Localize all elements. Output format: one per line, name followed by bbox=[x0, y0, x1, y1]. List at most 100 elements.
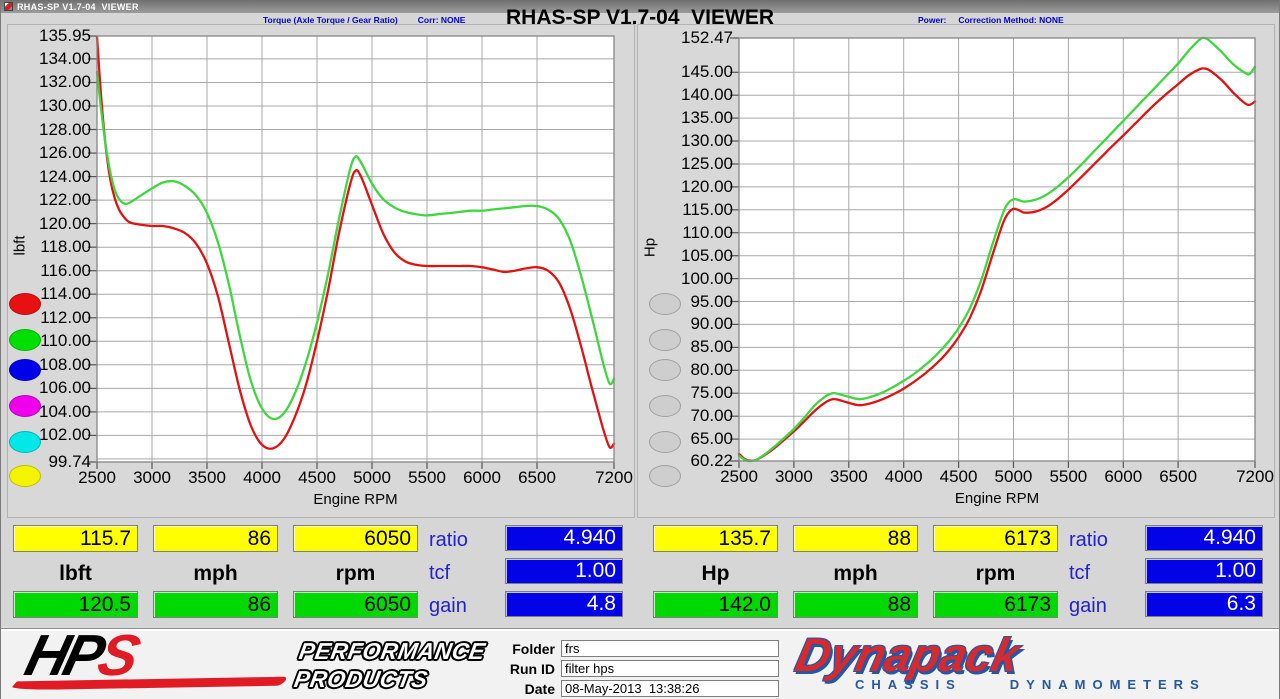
x-tick-label: 6500 bbox=[1147, 468, 1209, 486]
legend-dot-cyan[interactable] bbox=[9, 431, 41, 453]
speed-unit-label: mph bbox=[793, 562, 918, 586]
power-header-label: Power: bbox=[918, 15, 946, 25]
gain-label: gain bbox=[429, 595, 495, 618]
legend-dot-inactive-4[interactable] bbox=[649, 395, 681, 417]
y-tick-label: 120.00 bbox=[17, 215, 91, 233]
x-tick-label: 5000 bbox=[341, 469, 403, 487]
tcf-value: 1.00 bbox=[1145, 558, 1263, 584]
x-tick-label: 6000 bbox=[451, 469, 513, 487]
y-tick-label: 128.00 bbox=[17, 121, 91, 139]
folder-label: Folder bbox=[499, 641, 561, 657]
torque-correction-label: Corr: NONE bbox=[418, 15, 466, 25]
x-tick-label: 3500 bbox=[176, 469, 238, 487]
y-tick-label: 140.00 bbox=[659, 86, 733, 104]
hps-tagline: PERFORMANCE PRODUCTS bbox=[292, 637, 488, 693]
ratio-label: ratio bbox=[429, 529, 495, 552]
legend-dot-magenta[interactable] bbox=[9, 395, 41, 417]
power-chart-header: Power: Correction Method: NONE bbox=[918, 15, 1064, 25]
hps-wordmark: HPS bbox=[19, 625, 142, 687]
y-tick-label: 145.00 bbox=[659, 63, 733, 81]
power-unit-label: Hp bbox=[653, 562, 778, 586]
x-tick-label: 4500 bbox=[286, 469, 348, 487]
torque-x-axis-label: Engine RPM bbox=[97, 491, 614, 508]
x-tick-label: 4000 bbox=[231, 469, 293, 487]
legend-dot-inactive-5[interactable] bbox=[649, 431, 681, 453]
dynapack-chassis-text: CHASSIS bbox=[855, 677, 962, 692]
y-tick-label: 134.00 bbox=[17, 50, 91, 68]
run-id-field[interactable] bbox=[561, 660, 779, 677]
dynapack-dynamometers-text: DYNAMOMETERS bbox=[1010, 677, 1206, 692]
run-info-fields: Folder Run ID Date bbox=[499, 639, 799, 699]
legend-dot-inactive-6[interactable] bbox=[649, 465, 681, 487]
power-readout-group: 135.7 88 6173 Hp mph rpm 142.0 88 6173 r… bbox=[641, 520, 1280, 625]
tcf-label: tcf bbox=[1069, 562, 1135, 585]
hps-tagline-line1: PERFORMANCE bbox=[297, 637, 488, 665]
torque-chart-panel: lbft Engine RPM 135.95134.00132.00130.00… bbox=[7, 24, 635, 518]
folder-field[interactable] bbox=[561, 640, 779, 657]
cursor-rpm-value: 6050 bbox=[293, 525, 418, 552]
legend-dot-blue[interactable] bbox=[9, 359, 41, 381]
dynapack-logo: Dynapack CHASSIS DYNAMOMETERS bbox=[797, 629, 1267, 697]
hps-logo: HPS PERFORMANCE PRODUCTS bbox=[9, 631, 489, 697]
rpm-unit-label: rpm bbox=[933, 562, 1058, 586]
hps-tagline-line2: PRODUCTS bbox=[292, 665, 483, 693]
x-tick-label: 3000 bbox=[121, 469, 183, 487]
legend-dot-red[interactable] bbox=[9, 293, 41, 315]
x-tick-label: 3500 bbox=[818, 468, 880, 486]
x-tick-label: 7200 bbox=[1224, 468, 1280, 486]
y-tick-label: 135.95 bbox=[17, 27, 91, 45]
x-tick-label: 6500 bbox=[506, 469, 568, 487]
cursor-torque-value: 115.7 bbox=[13, 525, 138, 552]
power-x-axis-label: Engine RPM bbox=[739, 490, 1255, 507]
gain-value: 4.8 bbox=[505, 591, 623, 617]
legend-dot-green[interactable] bbox=[9, 329, 41, 351]
y-tick-label: 115.00 bbox=[659, 201, 733, 219]
legend-dot-yellow[interactable] bbox=[9, 465, 41, 487]
compare-rpm-value: 6050 bbox=[293, 591, 418, 618]
power-plot[interactable] bbox=[739, 38, 1255, 461]
tcf-value: 1.00 bbox=[505, 558, 623, 584]
rpm-unit-label: rpm bbox=[293, 562, 418, 586]
x-tick-label: 5500 bbox=[1037, 468, 1099, 486]
x-tick-label: 5000 bbox=[982, 468, 1044, 486]
y-tick-label: 118.00 bbox=[17, 238, 91, 256]
torque-plot[interactable] bbox=[97, 36, 614, 462]
y-tick-label: 132.00 bbox=[17, 73, 91, 91]
footer: HPS PERFORMANCE PRODUCTS Folder Run ID D… bbox=[1, 628, 1279, 699]
torque-readout-group: 115.7 86 6050 lbft mph rpm 120.5 86 6050… bbox=[1, 520, 641, 625]
legend-dot-inactive-3[interactable] bbox=[649, 359, 681, 381]
compare-power-value: 142.0 bbox=[653, 591, 778, 618]
y-tick-label: 122.00 bbox=[17, 191, 91, 209]
speed-unit-label: mph bbox=[153, 562, 278, 586]
power-y-axis-label: Hp bbox=[642, 218, 659, 278]
legend-dot-inactive-1[interactable] bbox=[649, 293, 681, 315]
power-correction-label: Correction Method: NONE bbox=[958, 15, 1063, 25]
run-id-label: Run ID bbox=[499, 661, 561, 677]
date-field[interactable] bbox=[561, 680, 779, 697]
dynapack-wordmark: Dynapack bbox=[791, 627, 1026, 682]
y-tick-label: 152.47 bbox=[659, 29, 733, 47]
titlebar[interactable]: RHAS-SP V1.7-04 VIEWER bbox=[1, 0, 1279, 13]
y-tick-label: 126.00 bbox=[17, 144, 91, 162]
y-tick-label: 116.00 bbox=[17, 262, 91, 280]
cursor-power-value: 135.7 bbox=[653, 525, 778, 552]
y-tick-label: 100.00 bbox=[659, 270, 733, 288]
y-tick-label: 124.00 bbox=[17, 168, 91, 186]
x-tick-label: 5500 bbox=[396, 469, 458, 487]
x-tick-label: 3000 bbox=[763, 468, 825, 486]
x-tick-label: 6000 bbox=[1092, 468, 1154, 486]
x-tick-label: 2500 bbox=[708, 468, 770, 486]
ratio-value: 4.940 bbox=[505, 525, 623, 551]
cursor-rpm-value: 6173 bbox=[933, 525, 1058, 552]
power-chart-panel: Hp Engine RPM 152.47145.00140.00135.0013… bbox=[637, 24, 1275, 518]
ratio-label: ratio bbox=[1069, 529, 1135, 552]
compare-speed-value: 88 bbox=[793, 591, 918, 618]
cursor-speed-value: 86 bbox=[153, 525, 278, 552]
torque-unit-label: lbft bbox=[13, 562, 138, 586]
legend-dot-inactive-2[interactable] bbox=[649, 329, 681, 351]
tcf-label: tcf bbox=[429, 562, 495, 585]
window-title: RHAS-SP V1.7-04 VIEWER bbox=[17, 2, 139, 12]
app-icon bbox=[4, 2, 13, 11]
compare-torque-value: 120.5 bbox=[13, 591, 138, 618]
torque-header-label: Torque (Axle Torque / Gear Ratio) bbox=[263, 15, 398, 25]
